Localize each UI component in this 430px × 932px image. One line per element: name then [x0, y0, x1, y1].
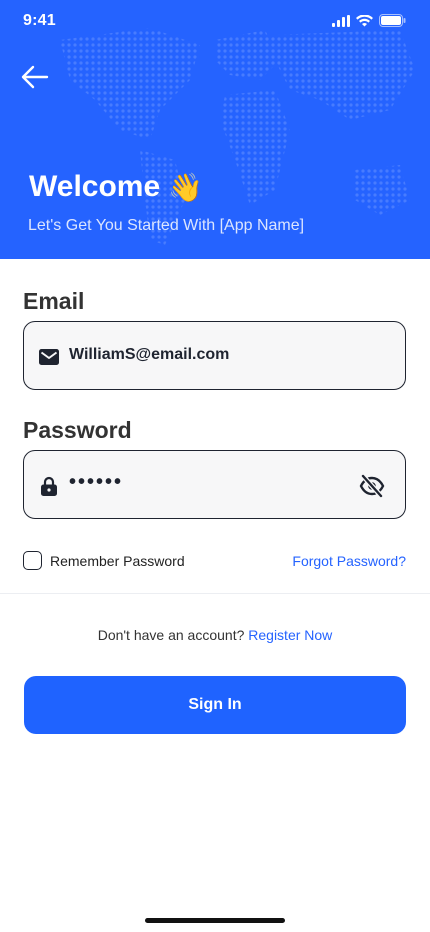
header-banner: 9:41 Welcome 👋 Let's Get You Started Wit…: [0, 0, 430, 259]
waving-hand-icon: 👋: [168, 170, 204, 204]
welcome-subtitle: Let's Get You Started With [App Name]: [28, 217, 305, 234]
forgot-password-link[interactable]: Forgot Password?: [292, 553, 406, 569]
back-button[interactable]: [18, 60, 52, 94]
remember-label: Remember Password: [50, 552, 185, 569]
register-row: Don't have an account? Register Now: [0, 627, 430, 643]
register-now-link[interactable]: Register Now: [248, 627, 332, 643]
envelope-icon: [38, 346, 60, 368]
wifi-icon: [356, 14, 373, 26]
home-indicator[interactable]: [145, 918, 285, 923]
eye-off-icon[interactable]: [359, 473, 385, 499]
register-prompt: Don't have an account?: [97, 627, 249, 643]
password-value: ••••••: [69, 471, 124, 493]
remember-password-toggle[interactable]: Remember Password: [23, 551, 185, 570]
status-icons: [332, 14, 406, 27]
email-field[interactable]: WilliamS@email.com: [23, 321, 406, 390]
arrow-left-icon: [21, 65, 49, 89]
lock-icon: [38, 475, 60, 497]
status-bar: 9:41: [0, 0, 430, 44]
remember-checkbox[interactable]: [23, 551, 42, 570]
email-value: WilliamS@email.com: [69, 346, 230, 363]
welcome-title-text: Welcome: [29, 170, 161, 203]
battery-icon: [379, 14, 406, 27]
welcome-title: Welcome 👋: [29, 170, 203, 204]
password-field[interactable]: ••••••: [23, 450, 406, 519]
sign-in-button[interactable]: Sign In: [24, 676, 406, 734]
divider: [0, 593, 430, 594]
email-label: Email: [23, 288, 85, 314]
signal-icon: [332, 14, 350, 27]
password-label: Password: [23, 417, 132, 443]
status-time: 9:41: [23, 12, 56, 29]
